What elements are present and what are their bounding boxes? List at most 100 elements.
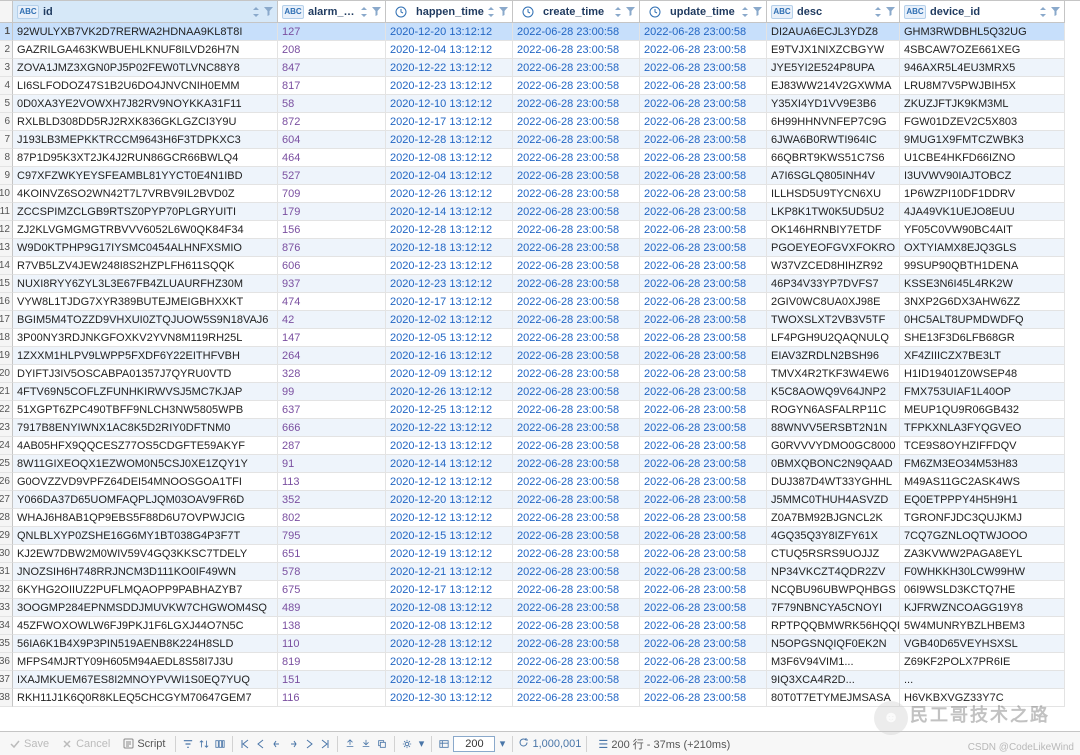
cell-happen_time[interactable]: 2020-12-09 13:12:12 [386, 365, 513, 383]
cell-desc[interactable]: 66QBRT9KWS51C7S6 [767, 149, 900, 167]
column-header-id[interactable]: ABCid [13, 1, 278, 23]
cell-create_time[interactable]: 2022-06-28 23:00:58 [513, 473, 640, 491]
cell-update_time[interactable]: 2022-06-28 23:00:58 [640, 23, 767, 41]
cell-device_id[interactable]: H6VKBXVGZ33Y7C [900, 689, 1065, 707]
cell-create_time[interactable]: 2022-06-28 23:00:58 [513, 617, 640, 635]
save-button[interactable]: Save [4, 736, 54, 752]
table-row[interactable]: 26G0OVZZVD9VPFZ64DEI54MNOOSGOA1TFI113202… [0, 473, 1080, 491]
column-header-alarm_type[interactable]: ABCalarm_type [278, 1, 386, 23]
cell-id[interactable]: 56IA6K1B4X9P3PIN519AENB8K224H8SLD [13, 635, 278, 653]
cell-create_time[interactable]: 2022-06-28 23:00:58 [513, 635, 640, 653]
cell-device_id[interactable]: M49AS11GC2ASK4WS [900, 473, 1065, 491]
cell-device_id[interactable]: 4JA49VK1UEJO8EUU [900, 203, 1065, 221]
cell-create_time[interactable]: 2022-06-28 23:00:58 [513, 437, 640, 455]
cell-create_time[interactable]: 2022-06-28 23:00:58 [513, 23, 640, 41]
cell-create_time[interactable]: 2022-06-28 23:00:58 [513, 689, 640, 707]
table-row[interactable]: 14R7VB5LZV4JEW248I8S2HZPLFH611SQQK606202… [0, 257, 1080, 275]
row-number[interactable]: 32 [0, 581, 13, 599]
cell-happen_time[interactable]: 2020-12-18 13:12:12 [386, 671, 513, 689]
cell-desc[interactable]: 6H99HHNVNFEP7C9G [767, 113, 900, 131]
filter-icon[interactable] [497, 7, 509, 16]
refresh-button[interactable]: 1,000,001 [518, 737, 581, 751]
cell-update_time[interactable]: 2022-06-28 23:00:58 [640, 239, 767, 257]
cell-create_time[interactable]: 2022-06-28 23:00:58 [513, 257, 640, 275]
table-row[interactable]: 333OOGMP284EPNMSDDJMUVKW7CHGWOM4SQ489202… [0, 599, 1080, 617]
table-row[interactable]: 887P1D95K3XT2JK4J2RUN86GCR66BWLQ44642020… [0, 149, 1080, 167]
table-row[interactable]: 104KOINVZ6SO2WN42T7L7VRBV9IL2BVD0Z709202… [0, 185, 1080, 203]
cell-create_time[interactable]: 2022-06-28 23:00:58 [513, 401, 640, 419]
cell-happen_time[interactable]: 2020-12-26 13:12:12 [386, 185, 513, 203]
cell-happen_time[interactable]: 2020-12-17 13:12:12 [386, 293, 513, 311]
first-page-icon[interactable] [238, 737, 252, 751]
cell-alarm_type[interactable]: 99 [278, 383, 386, 401]
cell-device_id[interactable]: GHM3RWDBHL5Q32UG [900, 23, 1065, 41]
cell-create_time[interactable]: 2022-06-28 23:00:58 [513, 581, 640, 599]
filter-icon[interactable] [370, 7, 382, 16]
cell-happen_time[interactable]: 2020-12-13 13:12:12 [386, 437, 513, 455]
table-row[interactable]: 50D0XA3YE2VOWXH7J82RV9NOYKKA31F11582020-… [0, 95, 1080, 113]
cell-create_time[interactable]: 2022-06-28 23:00:58 [513, 311, 640, 329]
cell-desc[interactable]: DUJ387D4WT33YGHHL [767, 473, 900, 491]
cell-device_id[interactable]: TFPKXNLA3FYQGVEO [900, 419, 1065, 437]
cell-desc[interactable]: 4GQ35Q3Y8IZFY61X [767, 527, 900, 545]
cell-device_id[interactable]: 7CQ7GZNLOQTWJOOO [900, 527, 1065, 545]
cell-desc[interactable]: E9TVJX1NIXZCBGYW [767, 41, 900, 59]
cell-update_time[interactable]: 2022-06-28 23:00:58 [640, 491, 767, 509]
table-row[interactable]: 192WULYXB7VK2D7RERWA2HDNAA9KL8T8I1272020… [0, 23, 1080, 41]
cell-update_time[interactable]: 2022-06-28 23:00:58 [640, 329, 767, 347]
cell-update_time[interactable]: 2022-06-28 23:00:58 [640, 419, 767, 437]
cell-desc[interactable]: NCQBU96UBWPQHBGS [767, 581, 900, 599]
table-row[interactable]: 11ZCCSPIMZCLGB9RTSZ0PYP70PLGRYUITI179202… [0, 203, 1080, 221]
cell-update_time[interactable]: 2022-06-28 23:00:58 [640, 185, 767, 203]
table-row[interactable]: 36MFPS4MJRTY09H605M94AEDL8S58I7J3U819202… [0, 653, 1080, 671]
cell-create_time[interactable]: 2022-06-28 23:00:58 [513, 599, 640, 617]
cell-device_id[interactable]: 99SUP90QBTH1DENA [900, 257, 1065, 275]
cell-update_time[interactable]: 2022-06-28 23:00:58 [640, 653, 767, 671]
cell-desc[interactable]: EJ83WW214V2GXWMA [767, 77, 900, 95]
timing-button[interactable]: ☰ 200 行 - 37ms (+210ms) [592, 736, 736, 752]
cell-happen_time[interactable]: 2020-12-23 13:12:12 [386, 77, 513, 95]
row-number[interactable]: 8 [0, 149, 13, 167]
row-number[interactable]: 27 [0, 491, 13, 509]
cell-create_time[interactable]: 2022-06-28 23:00:58 [513, 275, 640, 293]
cell-alarm_type[interactable]: 606 [278, 257, 386, 275]
cell-create_time[interactable]: 2022-06-28 23:00:58 [513, 131, 640, 149]
cell-alarm_type[interactable]: 147 [278, 329, 386, 347]
cell-alarm_type[interactable]: 527 [278, 167, 386, 185]
cell-update_time[interactable]: 2022-06-28 23:00:58 [640, 365, 767, 383]
sort-icon[interactable] [485, 7, 497, 17]
row-number[interactable]: 24 [0, 437, 13, 455]
cell-alarm_type[interactable]: 464 [278, 149, 386, 167]
table-row[interactable]: 258W11GIXEOQX1EZWOM0N5CSJ0XE1ZQY1Y912020… [0, 455, 1080, 473]
cell-device_id[interactable]: 5W4MUNRYBZLHBEM3 [900, 617, 1065, 635]
cell-happen_time[interactable]: 2020-12-12 13:12:12 [386, 509, 513, 527]
cell-id[interactable]: 45ZFWOXOWLW6FJ9PKJ1F6LGXJ44O7N5C [13, 617, 278, 635]
import-icon[interactable] [359, 737, 373, 751]
cell-alarm_type[interactable]: 42 [278, 311, 386, 329]
cell-id[interactable]: 0D0XA3YE2VOWXH7J82RV9NOYKKA31F11 [13, 95, 278, 113]
row-number[interactable]: 18 [0, 329, 13, 347]
cell-id[interactable]: 8W11GIXEOQX1EZWOM0N5CSJ0XE1ZQY1Y [13, 455, 278, 473]
row-number[interactable]: 26 [0, 473, 13, 491]
cell-desc[interactable]: K5C8AOWQ9V64JNP2 [767, 383, 900, 401]
cell-desc[interactable]: LF4PGH9U2QAQNULQ [767, 329, 900, 347]
cell-update_time[interactable]: 2022-06-28 23:00:58 [640, 671, 767, 689]
cell-create_time[interactable]: 2022-06-28 23:00:58 [513, 77, 640, 95]
cell-device_id[interactable]: 9MUG1X9FMTCZWBK3 [900, 131, 1065, 149]
cell-update_time[interactable]: 2022-06-28 23:00:58 [640, 545, 767, 563]
cell-id[interactable]: QNLBLXYP0ZSHE16G6MY1BT038G4P3F7T [13, 527, 278, 545]
cell-alarm_type[interactable]: 675 [278, 581, 386, 599]
cell-update_time[interactable]: 2022-06-28 23:00:58 [640, 509, 767, 527]
cell-update_time[interactable]: 2022-06-28 23:00:58 [640, 221, 767, 239]
cell-device_id[interactable]: OXTYIAMX8EJQ3GLS [900, 239, 1065, 257]
table-row[interactable]: 6RXLBLD308DD5RJ2RXK836GKLGZCI3Y9U8722020… [0, 113, 1080, 131]
table-row[interactable]: 16VYW8L1TJDG7XYR389BUTEJMEIGBHXXKT474202… [0, 293, 1080, 311]
cell-alarm_type[interactable]: 666 [278, 419, 386, 437]
cell-desc[interactable]: 0BMXQBONC2N9QAAD [767, 455, 900, 473]
cell-update_time[interactable]: 2022-06-28 23:00:58 [640, 41, 767, 59]
table-row[interactable]: 7J193LB3MEPKKTRCCM9643H6F3TDPKXC36042020… [0, 131, 1080, 149]
cell-update_time[interactable]: 2022-06-28 23:00:58 [640, 257, 767, 275]
cell-happen_time[interactable]: 2020-12-22 13:12:12 [386, 59, 513, 77]
cell-happen_time[interactable]: 2020-12-15 13:12:12 [386, 527, 513, 545]
cell-device_id[interactable]: EQ0ETPPPY4H5H9H1 [900, 491, 1065, 509]
